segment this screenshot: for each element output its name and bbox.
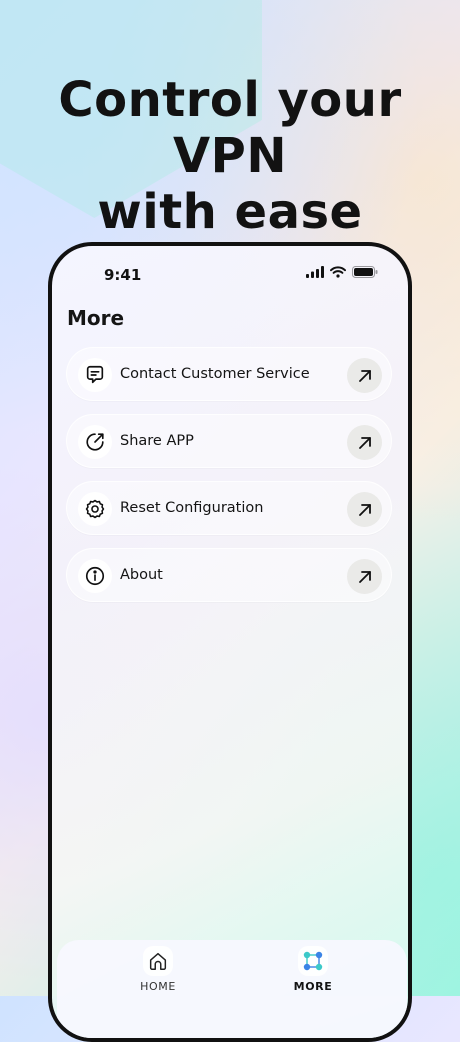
status-icons: [306, 266, 378, 278]
menu-item-reset-configuration[interactable]: Reset Configuration: [66, 481, 392, 535]
status-time: 9:41: [104, 266, 142, 284]
arrow-up-right-icon[interactable]: [347, 425, 382, 460]
arrow-up-right-icon[interactable]: [347, 492, 382, 527]
gear-icon: [78, 492, 112, 526]
chat-message-icon: [78, 358, 112, 392]
arrow-up-right-icon[interactable]: [347, 559, 382, 594]
menu-list: Contact Customer Service Share APP Reset…: [66, 347, 394, 615]
menu-item-about[interactable]: About: [66, 548, 392, 602]
menu-item-share-app[interactable]: Share APP: [66, 414, 392, 468]
share-arc-icon: [78, 425, 112, 459]
arrow-up-right-icon[interactable]: [347, 358, 382, 393]
menu-item-label: Share APP: [120, 433, 194, 449]
phone-frame: 9:41 More Contact Customer Service Share…: [48, 242, 412, 1042]
headline: Control your VPN with ease: [0, 72, 460, 240]
tab-home[interactable]: HOME: [98, 946, 218, 1000]
menu-item-contact-customer-service[interactable]: Contact Customer Service: [66, 347, 392, 401]
page-title: More: [67, 306, 125, 330]
menu-item-label: About: [120, 567, 163, 583]
tab-more[interactable]: MORE: [253, 946, 373, 1000]
headline-line-1: Control your VPN: [58, 72, 402, 184]
menu-item-label: Contact Customer Service: [120, 366, 310, 382]
tab-label: MORE: [293, 980, 333, 993]
tab-label: HOME: [140, 980, 176, 993]
tab-bar: HOME MORE: [57, 940, 407, 1038]
battery-icon: [352, 266, 378, 278]
info-icon: [78, 559, 112, 593]
home-icon: [143, 946, 173, 976]
wifi-icon: [330, 266, 346, 278]
cellular-signal-icon: [306, 266, 324, 278]
grid-nodes-icon: [298, 946, 328, 976]
headline-line-2: with ease: [97, 184, 363, 240]
menu-item-label: Reset Configuration: [120, 500, 264, 516]
status-bar: 9:41: [52, 246, 408, 302]
